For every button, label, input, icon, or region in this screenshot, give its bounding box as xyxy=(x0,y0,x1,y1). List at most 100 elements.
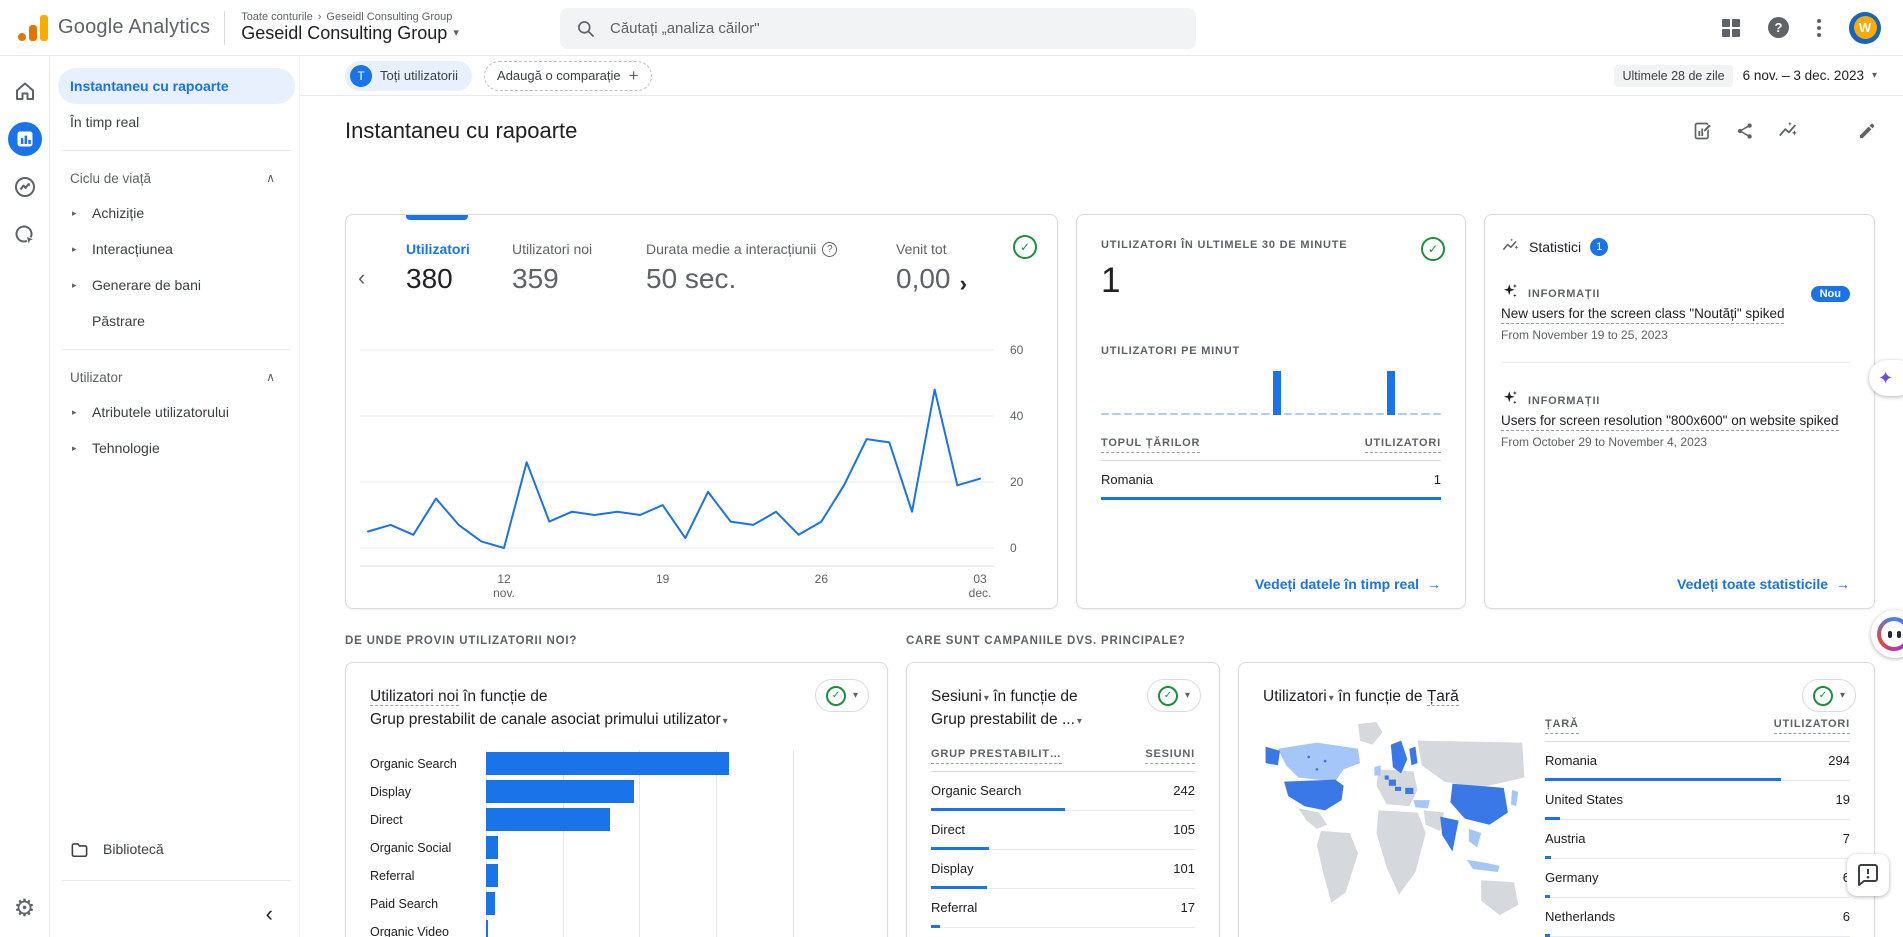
metric-tab[interactable]: Durata medie a interacțiunii? 50 sec. xyxy=(646,241,896,295)
sidebar-item-library[interactable]: Bibliotecă xyxy=(50,828,299,870)
column-header-users[interactable]: UTILIZATORI xyxy=(1773,718,1850,735)
bar[interactable] xyxy=(486,892,495,915)
table-row[interactable]: Referral 17 xyxy=(931,889,1195,928)
bar[interactable] xyxy=(486,836,499,859)
sidebar-item[interactable]: ▸ Tehnologie xyxy=(58,430,295,466)
minute-baseline-dash xyxy=(1226,413,1236,415)
carousel-prev-icon[interactable]: ‹ xyxy=(358,265,365,291)
settings-gear-icon[interactable]: ⚙ xyxy=(0,894,49,923)
svg-text:03: 03 xyxy=(973,572,987,586)
property-selector[interactable]: Geseidl Consulting Group ▾ xyxy=(241,23,459,44)
bar[interactable] xyxy=(486,780,635,803)
column-header-channel[interactable]: GRUP PRESTABILIT… xyxy=(931,748,1062,764)
reports-icon[interactable] xyxy=(7,122,42,156)
share-icon[interactable] xyxy=(1735,121,1755,141)
table-row[interactable]: Organic Search 242 xyxy=(931,772,1195,811)
data-quality-pill[interactable]: ▾ xyxy=(1146,679,1201,712)
table-row[interactable]: Display 101 xyxy=(931,850,1195,889)
table-row-text: Display 101 xyxy=(931,860,1195,876)
svg-text:19: 19 xyxy=(656,572,670,586)
data-quality-pill[interactable]: ▾ xyxy=(1801,679,1856,712)
table-row[interactable]: United States 19 xyxy=(1545,781,1850,821)
caret-down-icon: ▾ xyxy=(983,693,989,704)
column-header-users[interactable]: UTILIZATORI xyxy=(1364,437,1441,453)
advertising-icon[interactable] xyxy=(8,218,42,252)
metric-tab[interactable]: Utilizatori 380 xyxy=(406,241,512,295)
bar[interactable] xyxy=(486,808,610,831)
kebab-menu-icon[interactable] xyxy=(1817,18,1821,37)
carousel-next-icon[interactable]: › xyxy=(960,271,967,297)
metric-selector[interactable]: Sesiuni xyxy=(931,688,982,705)
help-icon[interactable]: ? xyxy=(1768,17,1789,38)
customize-report-icon[interactable] xyxy=(1693,121,1713,141)
arrow-right-icon: → xyxy=(1836,576,1850,592)
insights-icon[interactable] xyxy=(1777,120,1799,142)
bar-label: Paid Search xyxy=(370,896,439,911)
feedback-button[interactable] xyxy=(1847,854,1889,896)
sparkle-icon xyxy=(1501,282,1519,305)
sidebar-item[interactable]: Păstrare xyxy=(58,303,295,339)
dimension-selector[interactable]: Grup prestabilit de ... xyxy=(931,711,1075,728)
dimension-selector[interactable]: Grup prestabilit de canale asociat primu… xyxy=(370,711,721,728)
view-realtime-link[interactable]: Vedeți datele în timp real → xyxy=(1255,576,1441,592)
bar[interactable] xyxy=(486,752,730,775)
insight-item[interactable]: INFORMAȚII Users for screen resolution "8… xyxy=(1501,389,1850,449)
table-row[interactable]: Direct 105 xyxy=(931,811,1195,850)
robot-face-icon xyxy=(1877,617,1903,651)
apps-grid-icon[interactable] xyxy=(1722,18,1740,37)
insight-date: From November 19 to 25, 2023 xyxy=(1501,328,1668,343)
sidebar-section-header[interactable]: Ciclu de viață ∧ xyxy=(50,161,299,195)
table-row[interactable]: Austria 7 xyxy=(1545,820,1850,860)
dimension-selector[interactable]: Țară xyxy=(1426,688,1459,706)
sidebar-item[interactable]: ▸ Generare de bani xyxy=(58,267,295,303)
bar[interactable] xyxy=(486,864,499,887)
data-quality-icon[interactable] xyxy=(1421,237,1445,261)
table-row[interactable]: Organic Social8 xyxy=(931,928,1195,937)
column-header-country[interactable]: TOPUL ȚĂRILOR xyxy=(1101,437,1201,453)
table-row[interactable]: Germany6 xyxy=(1545,859,1850,899)
extension-sparkle-button[interactable]: ✦ xyxy=(1869,360,1903,396)
table-row[interactable]: Romania 1 xyxy=(1101,461,1441,500)
add-comparison-button[interactable]: Adaugă o comparație + xyxy=(484,60,652,91)
metric-tab[interactable]: Utilizatori noi 359 xyxy=(512,241,646,295)
sidebar-section-header[interactable]: Utilizator ∧ xyxy=(50,360,299,394)
insight-title[interactable]: New users for the screen class "Noutăți"… xyxy=(1501,305,1850,324)
bar-track xyxy=(486,778,823,806)
sidebar-item[interactable]: Instantaneu cu rapoarte xyxy=(58,68,295,104)
search-input[interactable] xyxy=(610,20,1180,37)
collapse-drawer-icon[interactable]: ‹ xyxy=(266,903,273,925)
metric-selector[interactable]: Utilizatori noi xyxy=(370,688,459,706)
column-header-country[interactable]: ȚARĂ xyxy=(1545,718,1579,735)
edit-pencil-icon[interactable] xyxy=(1857,121,1877,141)
account-switcher[interactable]: Toate conturile › Geseidl Consulting Gro… xyxy=(241,11,459,44)
home-icon[interactable] xyxy=(8,74,42,108)
view-all-insights-link[interactable]: Vedeți toate statisticile → xyxy=(1677,576,1850,592)
expand-arrow-icon: ▸ xyxy=(72,406,77,417)
insight-title[interactable]: Users for screen resolution "800x600" on… xyxy=(1501,412,1850,432)
sparkle-icon xyxy=(1501,389,1519,412)
sidebar-item[interactable]: ▸ Achiziție xyxy=(58,195,295,231)
date-range-picker[interactable]: Ultimele 28 de zile 6 nov. – 3 dec. 2023… xyxy=(1614,64,1877,87)
library-label: Bibliotecă xyxy=(103,841,164,857)
caret-down-icon: ▾ xyxy=(1839,690,1845,701)
world-map xyxy=(1265,722,1525,916)
search-bar[interactable] xyxy=(560,8,1196,49)
insights-trend-icon xyxy=(1502,238,1519,251)
google-analytics-logo-icon[interactable] xyxy=(18,14,48,41)
data-quality-pill[interactable]: ▾ xyxy=(814,679,869,712)
data-quality-icon[interactable] xyxy=(1013,235,1037,259)
minute-baseline-dash xyxy=(1238,413,1247,415)
sidebar-item[interactable]: ▸ Atributele utilizatorului xyxy=(58,394,295,430)
explore-icon[interactable] xyxy=(8,170,42,204)
table-row[interactable]: Romania 294 xyxy=(1545,742,1850,782)
insight-item[interactable]: INFORMAȚII Nou New users for the screen cl… xyxy=(1501,282,1850,342)
metric-selector[interactable]: Utilizatori xyxy=(1263,688,1327,705)
user-avatar[interactable]: W xyxy=(1849,11,1881,44)
bar[interactable] xyxy=(486,920,489,937)
table-row[interactable]: Netherlands 6 xyxy=(1545,898,1850,937)
all-users-chip[interactable]: T Toți utilizatorii xyxy=(345,60,473,91)
column-header-sessions[interactable]: SESIUNI xyxy=(1145,748,1195,764)
sidebar-item[interactable]: ▸ Interacțiunea xyxy=(58,231,295,267)
sidebar-item[interactable]: În timp real xyxy=(58,104,295,140)
google-analytics-app: Google Analytics Toate conturile › Gesei… xyxy=(0,0,1903,937)
